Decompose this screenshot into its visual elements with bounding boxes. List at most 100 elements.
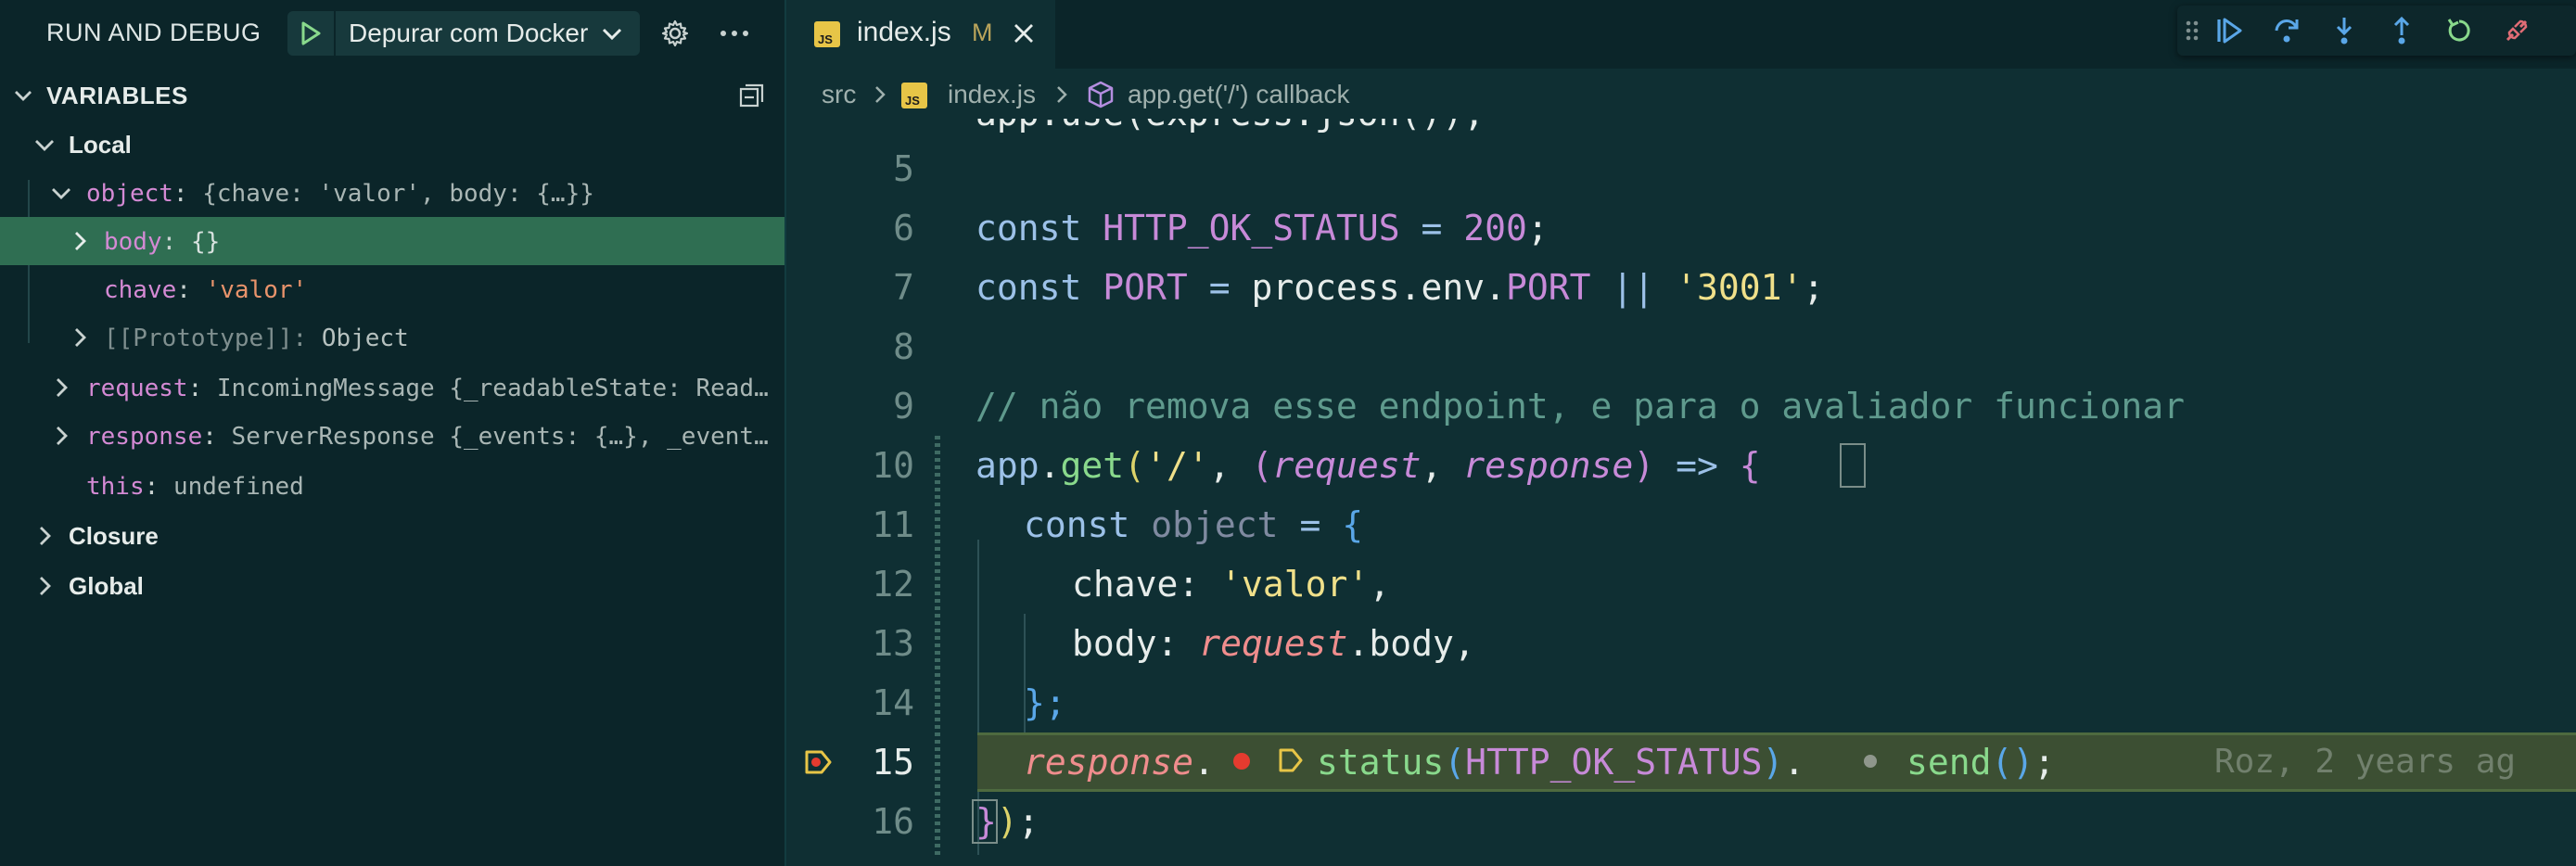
line-number: 11 — [872, 504, 914, 545]
scope-closure-label: Closure — [69, 522, 159, 550]
variables-section-header[interactable]: VARIABLES — [0, 74, 784, 117]
code-line-14: 14 }; — [786, 673, 2576, 732]
variable-name: [[Prototype]] — [104, 325, 293, 352]
scope-local-label: Local — [69, 131, 132, 159]
variable-value: 'valor' — [205, 276, 308, 304]
tab-index-js[interactable]: JS index.js M — [786, 0, 1055, 69]
variable-name: this — [86, 473, 145, 501]
variable-this[interactable]: this: undefined — [0, 462, 784, 510]
close-icon[interactable] — [1013, 22, 1035, 45]
variable-body[interactable]: body: {} — [0, 217, 784, 265]
variable-request[interactable]: request: IncomingMessage {_readableState… — [0, 363, 784, 412]
chevron-right-icon — [875, 86, 886, 103]
line-number: 9 — [893, 386, 914, 427]
variable-chave[interactable]: chave: 'valor' — [0, 265, 784, 313]
git-blame-annotation: Roz, 2 years ag — [2214, 743, 2517, 781]
variables-title: VARIABLES — [46, 82, 188, 109]
line-number: 5 — [893, 148, 914, 189]
gear-icon — [661, 19, 689, 47]
step-into-button[interactable] — [2326, 12, 2363, 49]
chevron-right-icon — [75, 232, 86, 250]
code-area[interactable]: app.use(express.json()); 5 6 const HTTP_… — [786, 119, 2576, 866]
tab-modified-badge: M — [972, 19, 993, 46]
breadcrumb-symbol[interactable]: app.get('/') callback — [1128, 80, 1349, 109]
variable-name: response — [86, 423, 203, 451]
breadcrumb: src JS index.js app.get('/') callback — [786, 70, 2576, 119]
restart-button[interactable] — [2441, 12, 2478, 49]
line-number: 15 — [872, 742, 914, 783]
open-launch-json-button[interactable] — [657, 15, 694, 52]
variable-value: {chave: 'valor', body: {…}} — [202, 180, 594, 208]
disconnect-icon — [2506, 19, 2528, 42]
step-out-button[interactable] — [2383, 12, 2420, 49]
debug-config-selector[interactable]: Depurar com Docker — [287, 11, 640, 56]
continue-button[interactable] — [2211, 12, 2248, 49]
chevron-down-icon — [15, 91, 32, 101]
code-line-13: 13 body: request.body, — [786, 614, 2576, 673]
variable-value: undefined — [172, 473, 304, 501]
chevron-right-icon — [1057, 86, 1067, 103]
line-number: 13 — [872, 623, 914, 664]
line-number: 12 — [872, 564, 914, 605]
step-out-icon — [2393, 16, 2410, 45]
inline-breakpoint-icon[interactable] — [1233, 753, 1250, 770]
code-line-12: 12 chave: 'valor', — [786, 554, 2576, 614]
line-number: 8 — [893, 326, 914, 367]
code-line-7: 7 const PORT = process.env.PORT || '3001… — [786, 258, 2576, 317]
chevron-down-icon — [35, 140, 54, 151]
code-line-10: 10 app.get('/', (request, response) => { — [786, 436, 2576, 495]
chevron-right-icon — [40, 577, 51, 595]
code-line-15: 15 response. status(HTTP_OK_STATUS). sen… — [786, 732, 2576, 792]
variable-name: request — [86, 375, 188, 402]
chevron-right-icon — [57, 378, 68, 397]
debug-toolbar — [2177, 6, 2576, 56]
step-into-icon — [2336, 18, 2353, 45]
debug-config-label: Depurar com Docker — [349, 19, 589, 47]
variable-name: object — [86, 180, 173, 208]
code-line-5: 5 — [786, 139, 2576, 198]
scope-global[interactable]: Global — [0, 562, 784, 610]
editor-tab-bar: JS index.js M — [786, 0, 2576, 69]
tab-filename: index.js — [857, 17, 951, 47]
debug-sidebar: RUN AND DEBUG Depurar com Docker VARIABL… — [0, 0, 786, 866]
run-and-debug-header: RUN AND DEBUG Depurar com Docker — [0, 0, 786, 67]
chevron-down-icon — [602, 28, 622, 41]
variable-prototype[interactable]: [[Prototype]]: Object — [0, 313, 784, 362]
variable-response[interactable]: response: ServerResponse {_events: {…}, … — [0, 412, 784, 460]
chevron-down-icon — [52, 188, 70, 199]
chevron-right-icon — [40, 527, 51, 545]
continue-icon — [2217, 18, 2242, 44]
variable-object[interactable]: object: {chave: 'valor', body: {…}} — [0, 169, 784, 217]
step-over-button[interactable] — [2268, 12, 2305, 49]
code-editor: JS index.js M src JS index.js app.get('/… — [786, 0, 2576, 866]
code-line-9: 9 // não remova esse endpoint, e para o … — [786, 376, 2576, 436]
variable-value: {} — [190, 228, 221, 256]
breadcrumb-file[interactable]: index.js — [948, 80, 1036, 109]
variable-value: Object — [321, 325, 409, 352]
step-over-icon — [2275, 19, 2299, 43]
bracket-match-highlight — [1840, 443, 1866, 488]
line-number: 10 — [872, 445, 914, 486]
chevron-right-icon — [57, 427, 68, 445]
disconnect-button[interactable] — [2498, 12, 2535, 49]
js-file-icon: JS — [814, 21, 840, 47]
variable-name: body — [104, 228, 162, 256]
code-line-8: 8 — [786, 317, 2576, 376]
scope-closure[interactable]: Closure — [0, 512, 784, 560]
variable-value: IncomingMessage {_readableState: Read… — [216, 375, 769, 402]
variable-value: ServerResponse {_events: {…}, _event… — [231, 423, 769, 451]
ellipsis-icon — [721, 31, 748, 36]
breadcrumb-folder[interactable]: src — [822, 80, 856, 109]
line-number: 14 — [872, 682, 914, 723]
scope-local[interactable]: Local — [0, 121, 784, 169]
variable-name: chave — [104, 276, 177, 304]
start-debugging-button[interactable] — [287, 11, 336, 56]
restart-icon — [2447, 19, 2470, 42]
line-number: 6 — [893, 208, 914, 248]
inline-breakpoint-hint-icon[interactable] — [1864, 755, 1877, 768]
more-actions-button[interactable] — [716, 15, 753, 52]
run-and-debug-title: RUN AND DEBUG — [46, 19, 261, 46]
chevron-right-icon — [75, 328, 86, 347]
collapse-all-icon[interactable] — [738, 82, 766, 109]
drag-handle-icon[interactable] — [2181, 12, 2203, 49]
